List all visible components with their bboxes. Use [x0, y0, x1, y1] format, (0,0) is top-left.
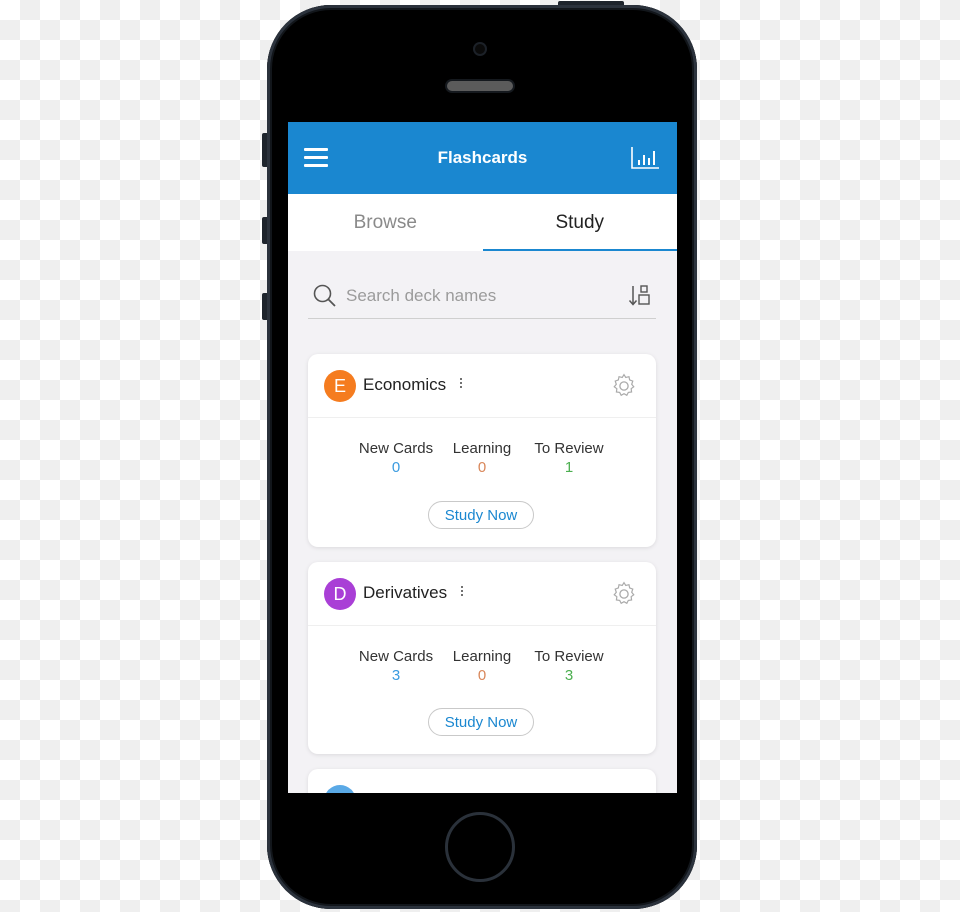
stat-value: 3 — [564, 667, 574, 684]
front-camera — [475, 44, 485, 54]
deck-card-header: D Derivatives — [308, 562, 656, 626]
stat-label: Learning — [452, 440, 512, 457]
deck-card-economics: E Economics New Cards 0 Learning 0 To Re… — [308, 354, 656, 547]
deck-stats: New Cards 0 Learning 0 To Review 1 — [308, 418, 656, 482]
study-now-button[interactable]: Study Now — [428, 501, 534, 529]
app-screen: Flashcards Browse Study E Economics — [288, 122, 677, 793]
stat-label: New Cards — [358, 440, 434, 457]
more-options-icon[interactable] — [459, 584, 465, 602]
stat-value: 1 — [564, 459, 574, 476]
stat-value: 0 — [477, 459, 487, 476]
deck-card-derivatives: D Derivatives New Cards 3 Learning 0 To … — [308, 562, 656, 754]
stat-to-review: To Review 3 — [519, 648, 619, 684]
study-now-button[interactable]: Study Now — [428, 708, 534, 736]
stat-value: 0 — [477, 667, 487, 684]
gear-icon[interactable] — [611, 373, 637, 399]
deck-avatar — [324, 785, 356, 793]
sort-icon[interactable] — [628, 283, 654, 309]
deck-card-header: E Economics — [308, 354, 656, 418]
search-input[interactable] — [346, 282, 606, 310]
bar-chart-icon[interactable] — [630, 146, 660, 170]
stat-value: 0 — [391, 459, 401, 476]
deck-stats: New Cards 3 Learning 0 To Review 3 — [308, 626, 656, 690]
stat-label: To Review — [534, 648, 604, 665]
more-options-icon[interactable] — [458, 376, 464, 394]
search-bar — [308, 274, 656, 319]
deck-avatar: D — [324, 578, 356, 610]
deck-card-partial — [308, 769, 656, 793]
stat-to-review: To Review 1 — [519, 440, 619, 476]
search-icon — [313, 284, 336, 307]
app-title: Flashcards — [437, 148, 528, 167]
stat-label: New Cards — [358, 648, 434, 665]
tab-study[interactable]: Study — [482, 194, 678, 251]
stat-learning: Learning 0 — [432, 440, 532, 476]
gear-icon[interactable] — [611, 581, 637, 607]
stat-learning: Learning 0 — [432, 648, 532, 684]
deck-name[interactable]: Derivatives — [363, 583, 447, 603]
stat-new-cards: New Cards 3 — [346, 648, 446, 684]
home-button[interactable] — [445, 812, 515, 882]
app-header: Flashcards — [288, 122, 677, 194]
stat-new-cards: New Cards 0 — [346, 440, 446, 476]
deck-name[interactable]: Economics — [363, 375, 446, 395]
tab-bar: Browse Study — [288, 194, 677, 251]
stat-label: Learning — [452, 648, 512, 665]
stat-label: To Review — [534, 440, 604, 457]
earpiece-speaker — [447, 81, 513, 91]
tab-browse[interactable]: Browse — [288, 194, 483, 251]
stat-value: 3 — [391, 667, 401, 684]
deck-avatar: E — [324, 370, 356, 402]
